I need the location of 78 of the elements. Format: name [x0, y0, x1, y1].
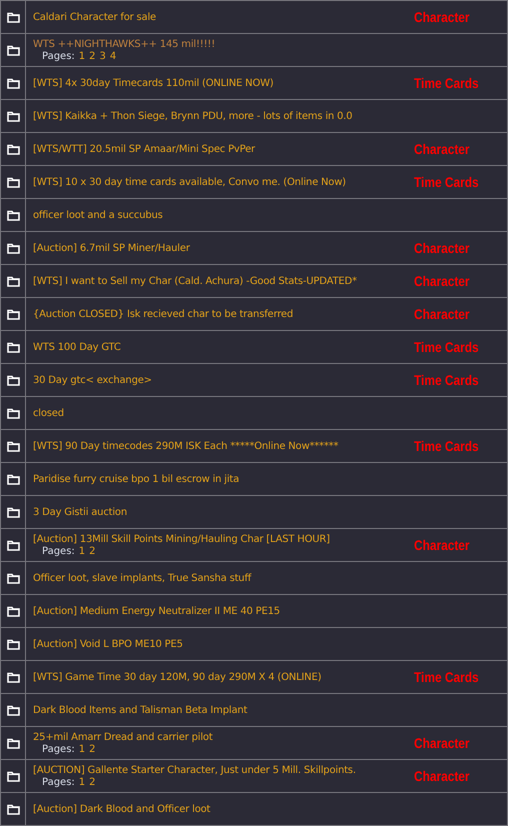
folder-icon: [6, 606, 20, 616]
topic-link[interactable]: [Auction] Medium Energy Neutralizer II ME 40 PE15: [33, 606, 414, 616]
folder-icon: [6, 804, 20, 814]
folder-icon: [6, 704, 20, 716]
folder-icon: [6, 110, 20, 122]
category-tag: Time Cards: [414, 174, 479, 190]
page-link[interactable]: 2: [89, 744, 96, 754]
folder-icon: [6, 540, 20, 550]
folder-icon: [6, 572, 20, 584]
page-link[interactable]: 1: [78, 546, 86, 556]
topic-link[interactable]: Officer loot, slave implants, True Sansha stuff: [33, 572, 414, 584]
category-tag: Character: [414, 768, 470, 784]
topic-link[interactable]: [WTS] I want to Sell my Char (Cald. Achura) -Good Stats-UPDATED*: [33, 276, 414, 286]
topic-link[interactable]: WTS ++NIGHTHAWKS++ 145 mil!!!!!: [33, 38, 414, 50]
category-tag: Character: [414, 735, 470, 751]
pages-label: Pages:: [42, 776, 75, 788]
pages-label: Pages:: [42, 50, 75, 62]
folder-icon: [6, 638, 20, 650]
topic-link[interactable]: [WTS] 10 x 30 day time cards available, Convo me. (Online Now): [33, 176, 414, 188]
topic-link[interactable]: 30 Day gtc< exchange>: [33, 374, 414, 386]
topic-link[interactable]: 25+mil Amarr Dread and carrier pilot: [33, 732, 414, 742]
category-tag: Character: [414, 141, 470, 157]
page-link[interactable]: 2: [89, 50, 96, 62]
topic-link[interactable]: closed: [33, 408, 414, 418]
topic-link[interactable]: [WTS] Kaikka + Thon Siege, Brynn PDU, more - lots of items in 0.0: [33, 110, 414, 122]
folder-icon: [6, 342, 20, 352]
folder-icon: [6, 506, 20, 518]
category-tag: Time Cards: [414, 372, 479, 388]
folder-icon: [6, 408, 20, 418]
folder-icon: [6, 474, 20, 484]
category-tag: Time Cards: [414, 339, 479, 355]
folder-icon: [6, 210, 20, 220]
pages-label: Pages:: [42, 744, 75, 754]
category-tag: Character: [414, 240, 470, 256]
topic-link[interactable]: Paridise furry cruise bpo 1 bil escrow in jita: [33, 474, 414, 484]
folder-icon: [6, 12, 20, 22]
category-tag: Time Cards: [414, 75, 479, 91]
topic-link[interactable]: [AUCTION] Gallente Starter Character, Just under 5 Mill. Skillpoints.: [33, 764, 414, 776]
topic-link[interactable]: [Auction] Void L BPO ME10 PE5: [33, 638, 414, 650]
topic-link[interactable]: Dark Blood Items and Talisman Beta Implant: [33, 704, 414, 716]
category-tag: Character: [414, 9, 470, 25]
page-link[interactable]: 3: [100, 50, 106, 62]
topic-link[interactable]: {Auction CLOSED} Isk recieved char to be transferred: [33, 308, 414, 320]
topic-link[interactable]: [WTS] Game Time 30 day 120M, 90 day 290M X 4 (ONLINE): [33, 672, 414, 682]
folder-icon: [6, 276, 20, 286]
topic-link[interactable]: [WTS/WTT] 20.5mil SP Amaar/Mini Spec PvPer: [33, 144, 414, 154]
folder-icon: [6, 738, 20, 748]
folder-icon: [6, 242, 20, 254]
pages-label: Pages:: [42, 546, 75, 556]
topic-link[interactable]: [Auction] 6.7mil SP Miner/Hauler: [33, 242, 414, 254]
folder-icon: [6, 176, 20, 188]
topic-link[interactable]: officer loot and a succubus: [33, 210, 414, 220]
page-link[interactable]: 2: [89, 776, 96, 788]
folder-icon: [6, 144, 20, 154]
category-tag: Character: [414, 273, 470, 289]
category-tag: Time Cards: [414, 438, 479, 454]
page-link[interactable]: 1: [78, 776, 86, 788]
topic-link[interactable]: [Auction] 13Mill Skill Points Mining/Hauling Char [LAST HOUR]: [33, 534, 414, 544]
topic-link[interactable]: WTS 100 Day GTC: [33, 342, 414, 352]
page-link[interactable]: 1: [78, 744, 86, 754]
topic-link[interactable]: [WTS] 4x 30day Timecards 110mil (ONLINE NOW): [33, 78, 414, 88]
folder-icon: [6, 672, 20, 682]
folder-icon: [6, 770, 20, 782]
folder-icon: [6, 308, 20, 320]
category-tag: Time Cards: [414, 669, 479, 685]
topic-link[interactable]: [WTS] 90 Day timecodes 290M ISK Each *****Online Now******: [33, 440, 414, 452]
topic-link[interactable]: Caldari Character for sale: [33, 12, 414, 22]
topic-link[interactable]: [Auction] Dark Blood and Officer loot: [33, 804, 414, 814]
topic-link[interactable]: 3 Day Gistii auction: [33, 506, 414, 518]
category-tag: Character: [414, 306, 470, 322]
folder-icon: [6, 374, 20, 386]
folder-icon: [6, 78, 20, 88]
page-link[interactable]: 1: [78, 50, 86, 62]
page-link[interactable]: 4: [110, 50, 116, 62]
folder-icon: [6, 44, 20, 56]
category-tag: Character: [414, 537, 470, 553]
folder-icon: [6, 440, 20, 452]
page-link[interactable]: 2: [89, 546, 96, 556]
